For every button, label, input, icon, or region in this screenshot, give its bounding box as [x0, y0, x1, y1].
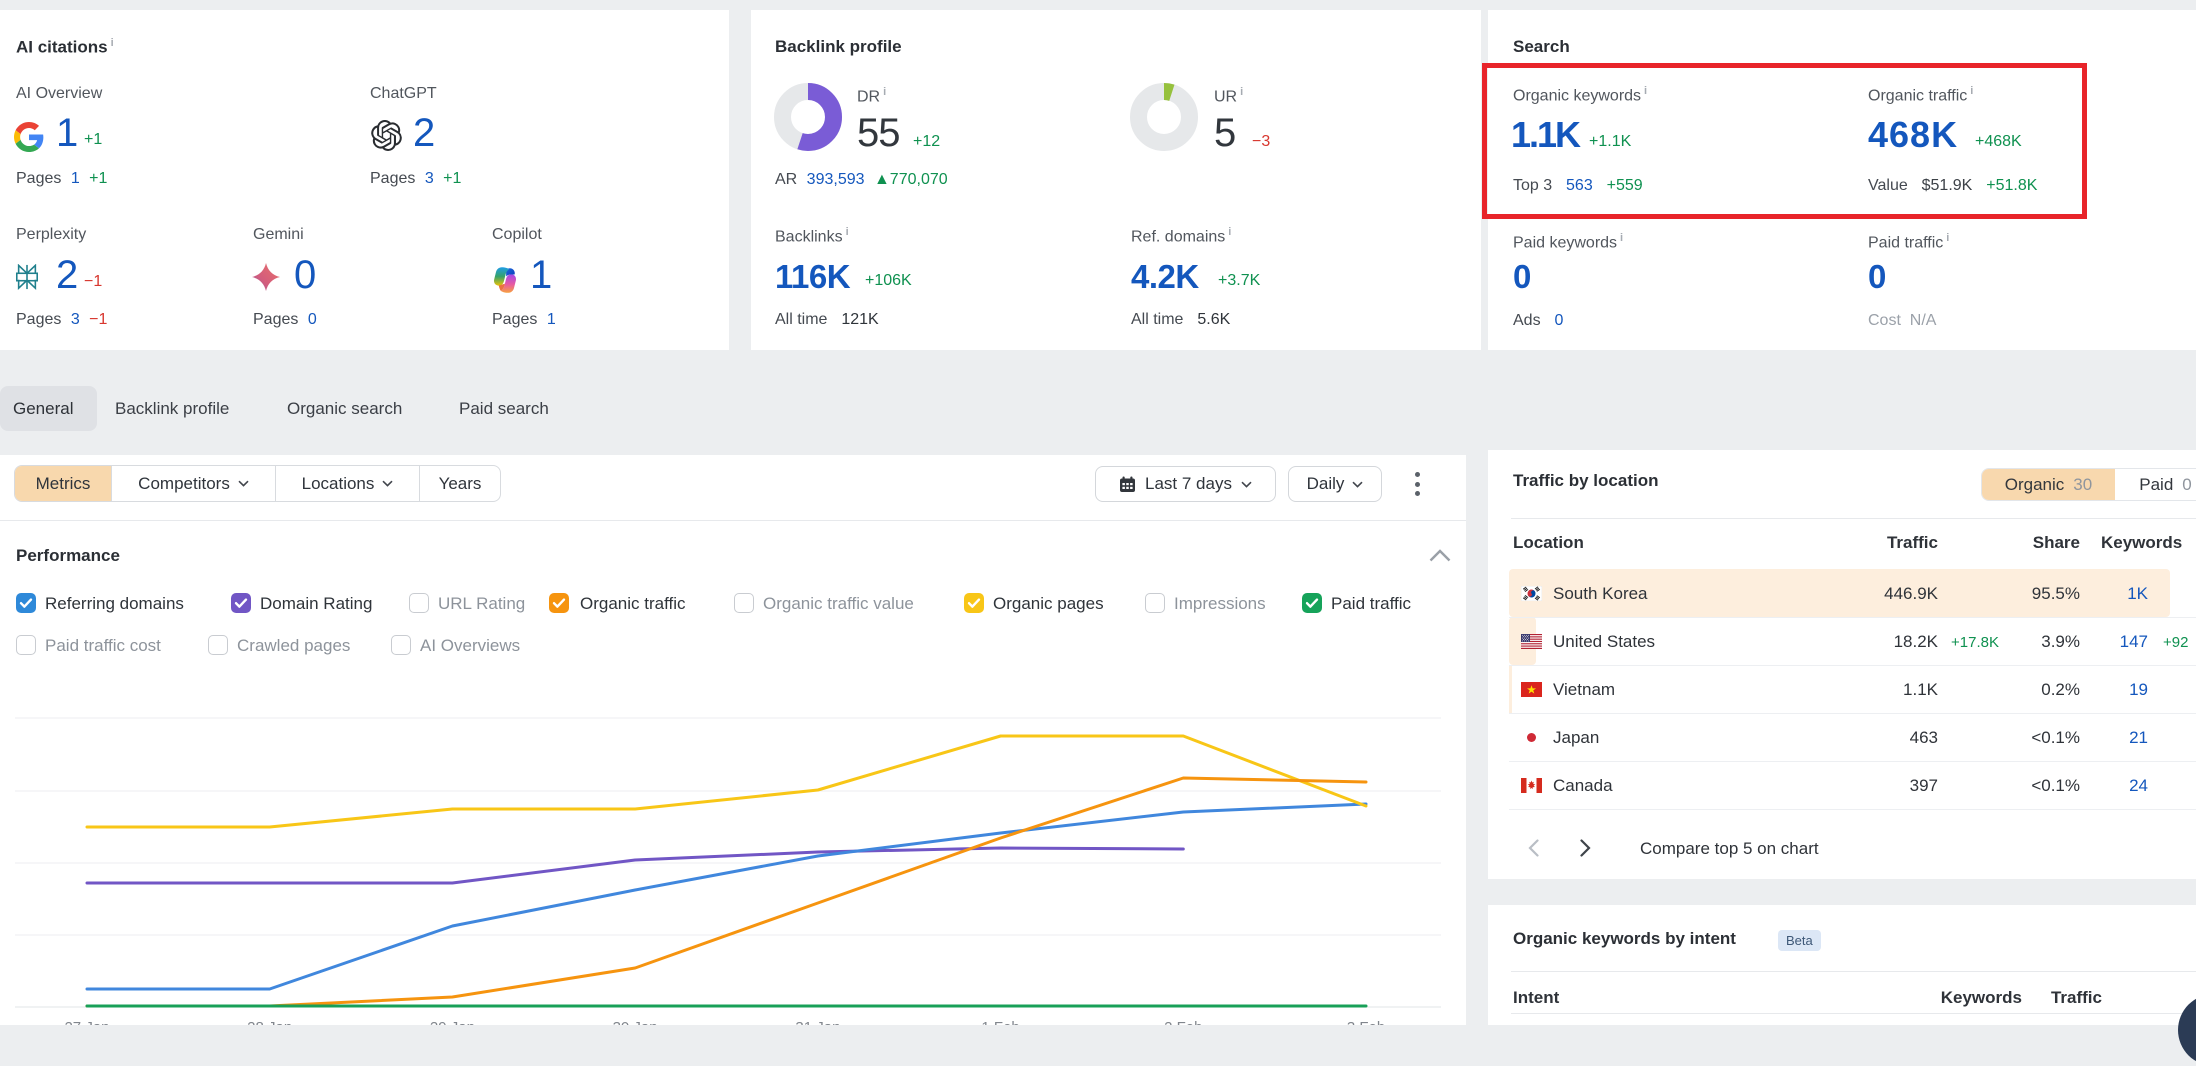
svg-text:1 Feb: 1 Feb	[981, 1019, 1019, 1025]
svg-text:30 Jan: 30 Jan	[613, 1019, 658, 1025]
svg-text:28 Jan: 28 Jan	[247, 1019, 292, 1025]
svg-text:2 Feb: 2 Feb	[1164, 1019, 1202, 1025]
svg-text:3 Feb: 3 Feb	[1347, 1019, 1385, 1025]
svg-text:29 Jan: 29 Jan	[430, 1019, 475, 1025]
svg-text:31 Jan: 31 Jan	[795, 1019, 840, 1025]
svg-text:27 Jan: 27 Jan	[64, 1019, 109, 1025]
